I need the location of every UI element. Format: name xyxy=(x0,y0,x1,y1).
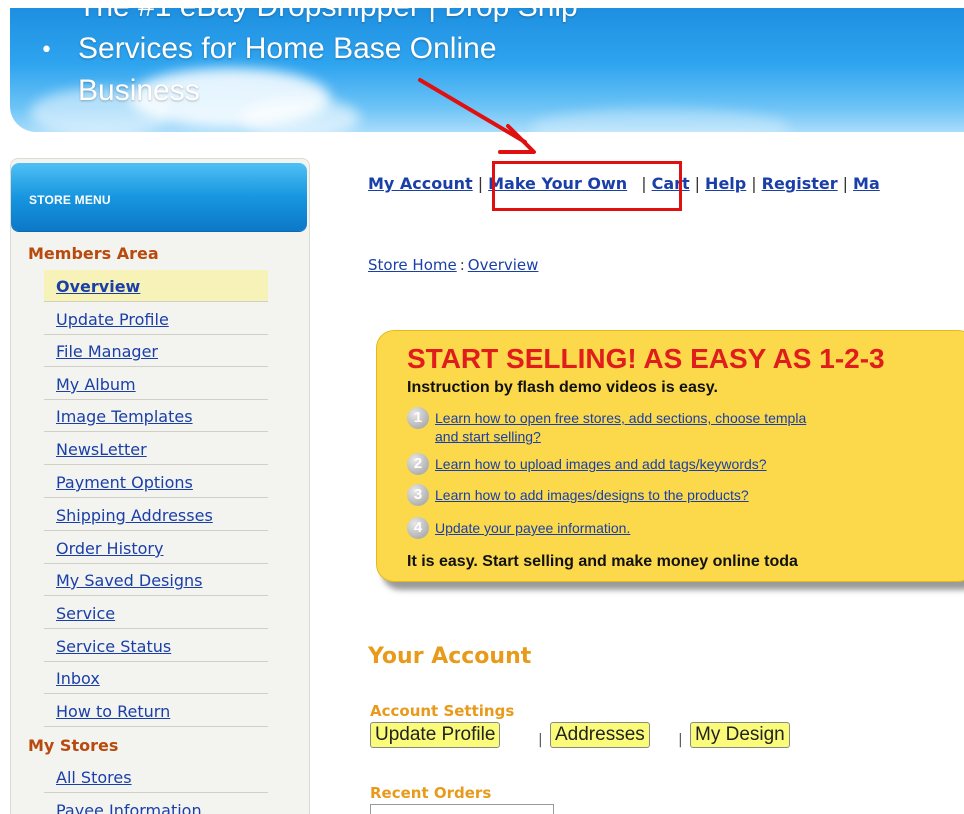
recent-orders-box xyxy=(370,804,554,814)
nav-separator: | xyxy=(694,174,701,193)
step-number-icon: 3 xyxy=(407,484,429,506)
breadcrumb-overview[interactable]: Overview xyxy=(468,256,539,274)
promo-step: 4 Update your payee information. xyxy=(407,517,630,543)
step-link-update-payee[interactable]: Update your payee information. xyxy=(435,520,630,536)
step-link-upload-images[interactable]: Learn how to upload images and add tags/… xyxy=(435,456,767,472)
addresses-button[interactable]: Addresses xyxy=(550,722,650,748)
promo-subtitle: Instruction by flash demo videos is easy… xyxy=(407,379,718,396)
sidebar-item-inbox[interactable]: Inbox xyxy=(44,662,268,694)
bullet-icon: • xyxy=(40,38,53,63)
step-link-start-selling[interactable]: and start selling? xyxy=(435,428,541,444)
nav-separator: | xyxy=(751,174,757,193)
sidebar-item-all-stores[interactable]: All Stores xyxy=(44,761,268,793)
your-account-heading: Your Account xyxy=(368,644,532,669)
sidebar-item-my-saved-designs[interactable]: My Saved Designs xyxy=(44,564,268,596)
promo-step: 3 Learn how to add images/designs to the … xyxy=(407,484,749,510)
sidebar-item-order-history[interactable]: Order History xyxy=(44,532,268,564)
promo-title: START SELLING! AS EASY AS 1-2-3 xyxy=(407,343,885,374)
annotation-arrow-icon xyxy=(418,78,536,154)
site-title-line: Services for Home Base Online xyxy=(78,32,497,65)
sidebar-item-payee-information[interactable]: Payee Information xyxy=(44,794,268,814)
sidebar-item-update-profile[interactable]: Update Profile xyxy=(44,303,268,335)
promo-footer: It is easy. Start selling and make money… xyxy=(407,553,798,570)
site-title-line: The #1 eBay Dropshipper | Drop Ship xyxy=(78,8,738,28)
recent-orders-label: Recent Orders xyxy=(370,784,492,802)
sidebar-item-my-album[interactable]: My Album xyxy=(44,368,268,400)
breadcrumb-separator: : xyxy=(459,256,465,274)
button-separator: | xyxy=(678,732,683,748)
step-number-icon: 2 xyxy=(407,453,429,475)
section-title-members-area: Members Area xyxy=(28,244,159,263)
sidebar-item-how-to-return[interactable]: How to Return xyxy=(44,695,268,727)
nav-register[interactable]: Register xyxy=(762,174,838,193)
step-link-add-designs[interactable]: Learn how to add images/designs to the p… xyxy=(435,487,749,503)
step-link-open-stores[interactable]: Learn how to open free stores, add secti… xyxy=(435,410,806,426)
sidebar-item-shipping-addresses[interactable]: Shipping Addresses xyxy=(44,499,268,531)
section-title-my-stores: My Stores xyxy=(28,736,119,755)
breadcrumb: Store Home: Overview xyxy=(368,256,538,274)
sidebar-item-service-status[interactable]: Service Status xyxy=(44,630,268,662)
account-settings-label: Account Settings xyxy=(370,702,515,720)
start-selling-promo: START SELLING! AS EASY AS 1-2-3 Instruct… xyxy=(376,330,964,582)
sidebar-item-payment-options[interactable]: Payment Options xyxy=(44,466,268,498)
sidebar-item-overview[interactable]: Overview xyxy=(44,270,268,302)
step-number-icon: 4 xyxy=(407,517,429,539)
button-separator: | xyxy=(538,732,543,748)
nav-separator: | xyxy=(842,174,849,193)
sidebar-item-service[interactable]: Service xyxy=(44,597,268,629)
sidebar-item-file-manager[interactable]: File Manager xyxy=(44,335,268,367)
nav-help[interactable]: Help xyxy=(705,174,746,193)
step-number-icon: 1 xyxy=(407,407,429,429)
breadcrumb-store-home[interactable]: Store Home xyxy=(368,256,457,274)
store-menu-title: STORE MENU xyxy=(29,193,111,207)
store-menu-header: STORE MENU xyxy=(11,163,307,231)
update-profile-button[interactable]: Update Profile xyxy=(370,722,501,748)
nav-separator: | xyxy=(477,174,484,193)
nav-more[interactable]: Ma xyxy=(853,174,880,193)
sidebar-item-image-templates[interactable]: Image Templates xyxy=(44,400,268,432)
sidebar-item-newsletter[interactable]: NewsLetter xyxy=(44,433,268,465)
promo-step: 2 Learn how to upload images and add tags… xyxy=(407,453,767,479)
nav-my-account[interactable]: My Account xyxy=(368,174,473,193)
my-design-button[interactable]: My Design xyxy=(690,722,790,748)
promo-step-continued: and start selling? xyxy=(435,427,541,453)
